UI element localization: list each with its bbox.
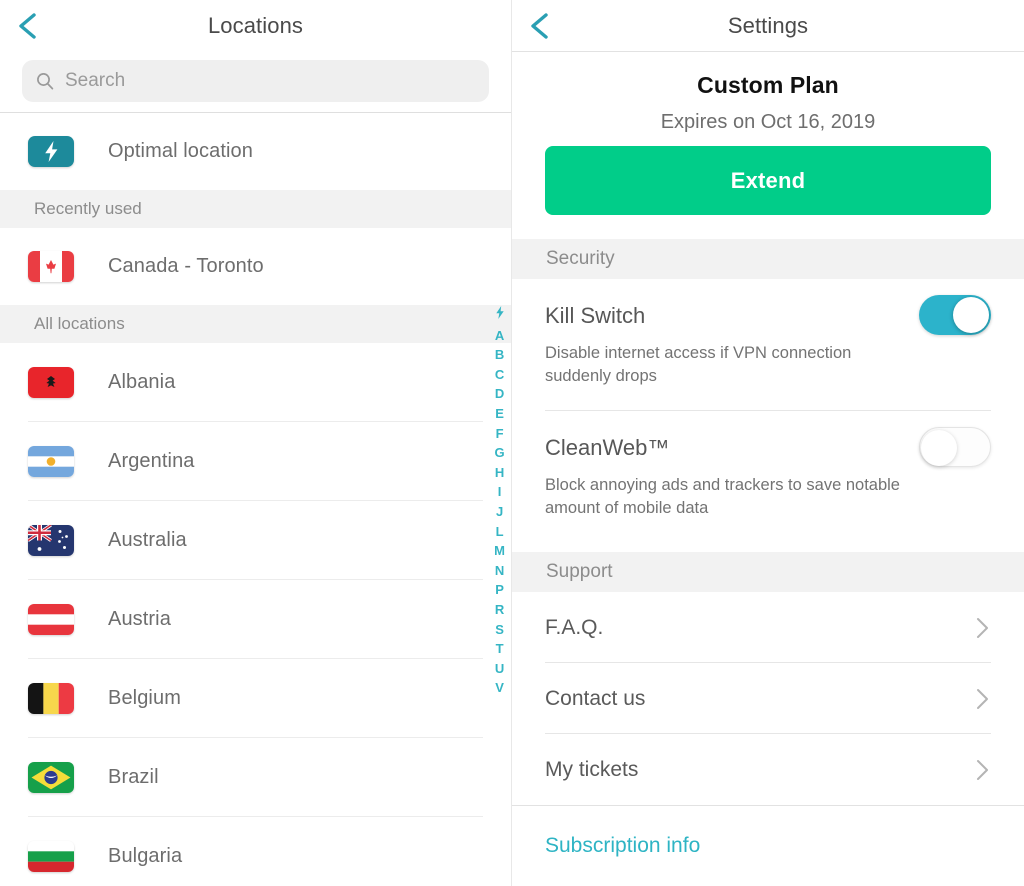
list-item-label: Canada - Toronto bbox=[108, 255, 264, 277]
support-label: F.A.Q. bbox=[545, 615, 604, 639]
page-title: Settings bbox=[727, 12, 809, 38]
flag-icon-bg bbox=[28, 841, 74, 872]
index-letter[interactable]: H bbox=[495, 463, 504, 483]
bolt-icon[interactable] bbox=[495, 305, 505, 325]
index-letter[interactable]: D bbox=[495, 384, 504, 404]
chevron-right-icon bbox=[976, 688, 989, 710]
search-box[interactable] bbox=[22, 60, 489, 102]
toggle-switch-kill-switch[interactable] bbox=[919, 295, 991, 335]
chevron-right-icon bbox=[976, 617, 989, 639]
app-root: Locations Search Optimal location Recent… bbox=[0, 0, 1024, 886]
list-item-label: Optimal location bbox=[108, 140, 253, 162]
flag-icon-al bbox=[28, 367, 74, 398]
list-item-argentina[interactable]: Argentina bbox=[0, 422, 511, 501]
list-item-bulgaria[interactable]: Bulgaria bbox=[0, 817, 511, 886]
section-header-recently-used: Recently used bbox=[0, 190, 511, 228]
index-letter[interactable]: G bbox=[495, 443, 505, 463]
list-item-label: Australia bbox=[108, 529, 187, 551]
flag-icon-be bbox=[28, 683, 74, 714]
index-letter[interactable]: I bbox=[498, 482, 502, 502]
list-item-label: Albania bbox=[108, 371, 176, 393]
flag-icon-au bbox=[28, 525, 74, 556]
settings-navbar: Settings bbox=[512, 0, 1024, 52]
flag-icon-at bbox=[28, 604, 74, 635]
support-label: My tickets bbox=[545, 757, 639, 781]
search-container bbox=[0, 52, 511, 112]
list-item-australia[interactable]: Australia bbox=[0, 501, 511, 580]
section-header-all-locations: All locations bbox=[0, 305, 511, 343]
index-letter[interactable]: E bbox=[495, 404, 504, 424]
toggle-switch-cleanweb[interactable] bbox=[919, 427, 991, 467]
list-item-austria[interactable]: Austria bbox=[0, 580, 511, 659]
support-row-contact-us[interactable]: Contact us bbox=[545, 663, 991, 734]
chevron-right-icon bbox=[976, 759, 989, 781]
list-item-canada-toronto[interactable]: Canada - Toronto bbox=[0, 228, 511, 305]
list-item-label: Argentina bbox=[108, 450, 195, 472]
setting-row-kill-switch[interactable]: Kill Switch Disable internet access if V… bbox=[512, 279, 1024, 411]
flag-icon-ar bbox=[28, 446, 74, 477]
index-letter[interactable]: M bbox=[494, 541, 505, 561]
list-item-albania[interactable]: Albania bbox=[0, 343, 511, 422]
support-label: Contact us bbox=[545, 686, 646, 710]
subscription-info-link[interactable]: Subscription info bbox=[512, 806, 700, 858]
list-item-optimal-location[interactable]: Optimal location bbox=[0, 113, 511, 190]
index-letter[interactable]: R bbox=[495, 600, 504, 620]
index-letter[interactable]: C bbox=[495, 365, 504, 385]
search-icon bbox=[36, 72, 54, 90]
list-item-label: Brazil bbox=[108, 766, 159, 788]
index-letter[interactable]: U bbox=[495, 659, 504, 679]
settings-panel: Settings Custom Plan Expires on Oct 16, … bbox=[512, 0, 1024, 886]
section-header-security: Security bbox=[512, 239, 1024, 279]
list-item-belgium[interactable]: Belgium bbox=[0, 659, 511, 738]
toggle-knob bbox=[921, 430, 957, 466]
setting-row-cleanweb[interactable]: CleanWeb™ Block annoying ads and tracker… bbox=[512, 411, 1024, 542]
index-letter[interactable]: A bbox=[495, 326, 504, 346]
plan-expiry: Expires on Oct 16, 2019 bbox=[660, 111, 876, 133]
index-letter[interactable]: V bbox=[495, 678, 504, 698]
index-letter[interactable]: S bbox=[495, 620, 504, 640]
alphabet-index-strip[interactable]: A B C D E F G H I J L M N P R S T U V bbox=[494, 305, 505, 698]
index-letter[interactable]: J bbox=[496, 502, 503, 522]
flag-icon-br bbox=[28, 762, 74, 793]
chevron-left-icon bbox=[16, 11, 38, 41]
section-header-support: Support bbox=[512, 552, 1024, 592]
back-button[interactable] bbox=[10, 9, 44, 43]
bolt-icon bbox=[28, 136, 74, 167]
back-button[interactable] bbox=[522, 9, 556, 43]
setting-description: Disable internet access if VPN connectio… bbox=[545, 344, 852, 385]
setting-description: Block annoying ads and trackers to save … bbox=[545, 476, 900, 517]
index-letter[interactable]: L bbox=[496, 522, 504, 542]
toggle-knob bbox=[953, 297, 989, 333]
index-letter[interactable]: T bbox=[496, 639, 504, 659]
search-input[interactable] bbox=[65, 70, 475, 92]
extend-button[interactable]: Extend bbox=[545, 146, 991, 215]
support-row-faq[interactable]: F.A.Q. bbox=[545, 592, 991, 663]
index-letter[interactable]: F bbox=[496, 424, 504, 444]
index-letter[interactable]: N bbox=[495, 561, 504, 581]
list-item-label: Bulgaria bbox=[108, 845, 183, 867]
locations-list: Optimal location Recently used Canada - … bbox=[0, 113, 511, 886]
index-letter[interactable]: B bbox=[495, 345, 504, 365]
plan-block: Custom Plan Expires on Oct 16, 2019 bbox=[512, 52, 1024, 134]
plan-name: Custom Plan bbox=[697, 72, 839, 98]
list-item-brazil[interactable]: Brazil bbox=[0, 738, 511, 817]
locations-panel: Locations Search Optimal location Recent… bbox=[0, 0, 512, 886]
locations-navbar: Locations bbox=[0, 0, 511, 52]
extend-button-container: Extend bbox=[512, 134, 1024, 215]
chevron-left-icon bbox=[528, 11, 550, 41]
index-letter[interactable]: P bbox=[495, 580, 504, 600]
page-title: Locations bbox=[207, 13, 304, 38]
list-item-label: Austria bbox=[108, 608, 171, 630]
support-row-my-tickets[interactable]: My tickets bbox=[545, 734, 991, 805]
list-item-label: Belgium bbox=[108, 687, 181, 709]
flag-icon-ca bbox=[28, 251, 74, 282]
